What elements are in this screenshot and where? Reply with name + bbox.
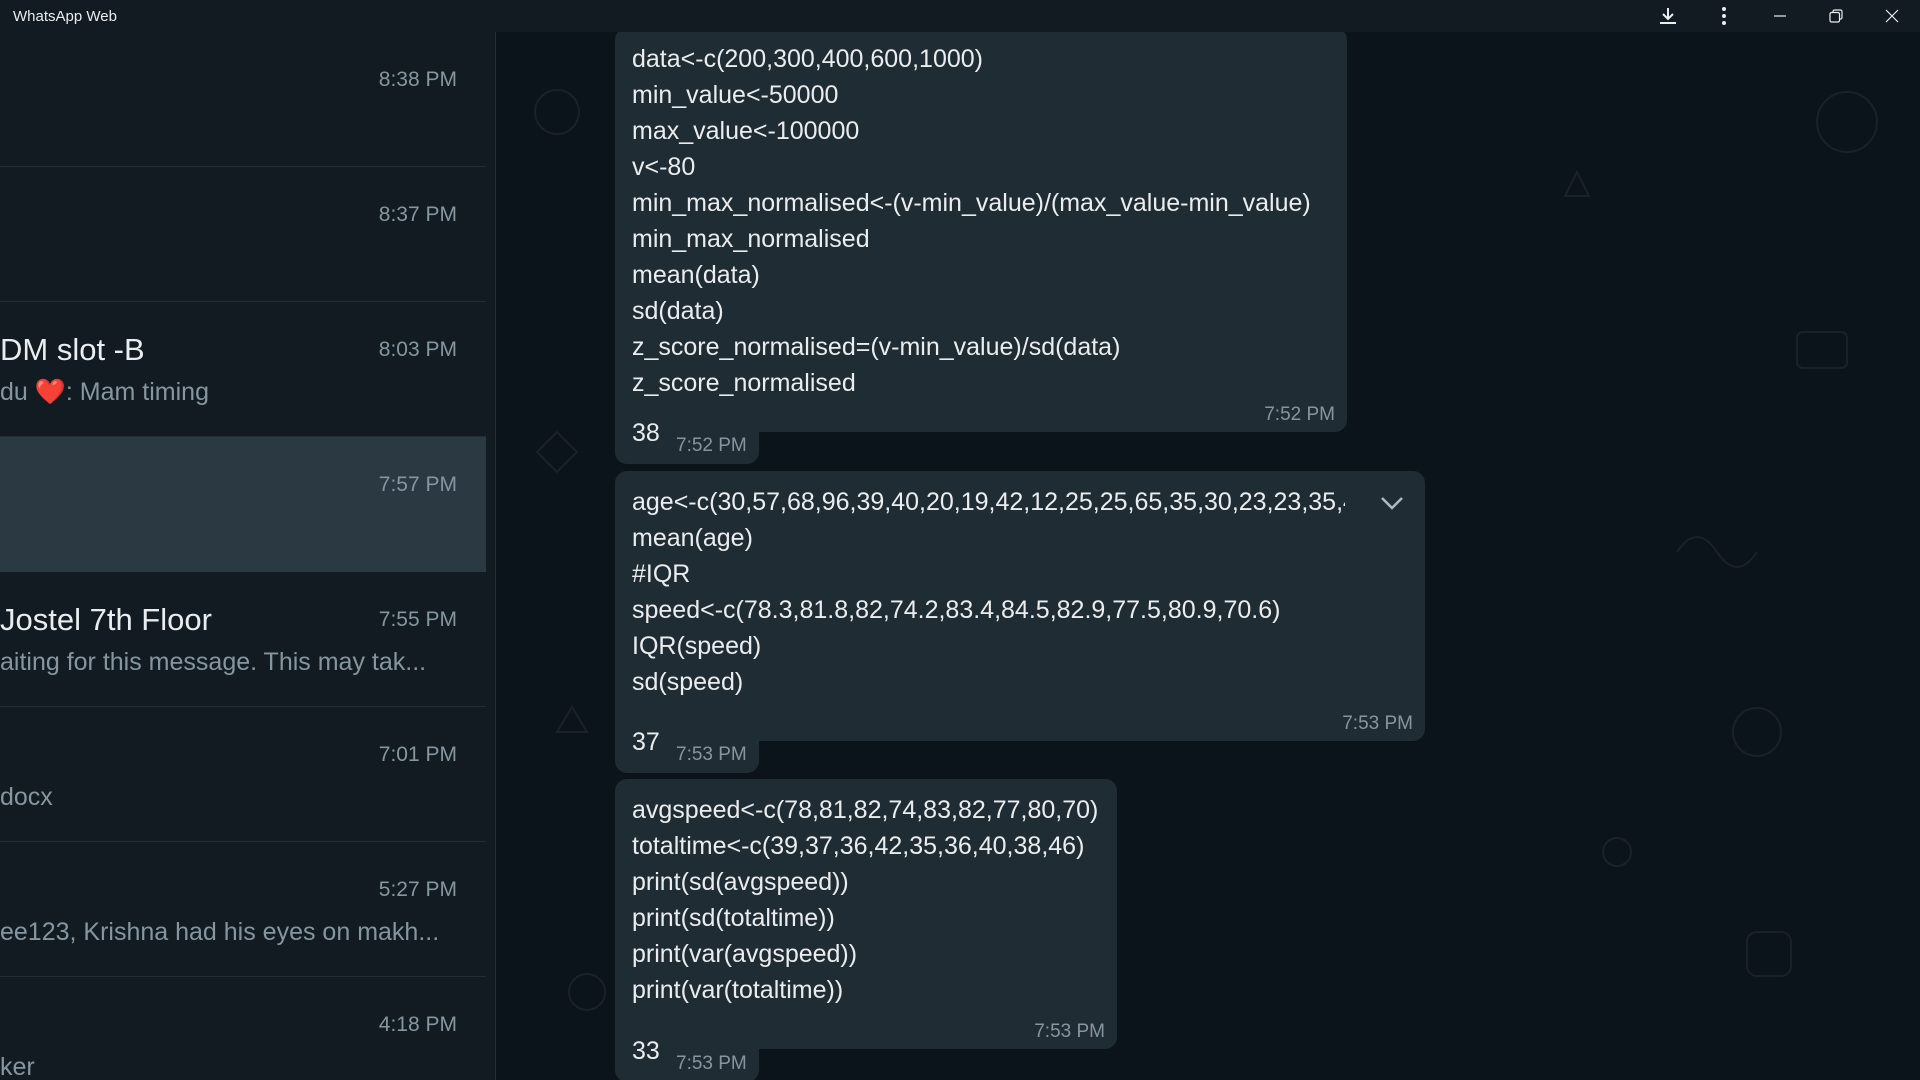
message-line: mean(age) [632, 524, 753, 552]
chat-time: 8:38 PM [378, 68, 457, 91]
message-line: z_score_normalised [632, 369, 856, 397]
message-line: print(sd(totaltime)) [632, 904, 835, 932]
minimize-icon[interactable] [1752, 0, 1808, 32]
message-line: IQR(speed) [632, 632, 762, 660]
message-line: #IQR [632, 560, 691, 588]
message-line: v<-80 [632, 153, 696, 181]
message-line: z_score_normalised=(v-min_value)/sd(data… [632, 333, 1121, 361]
message-line: totaltime<-c(39,37,36,42,35,36,40,38,46) [632, 832, 1085, 860]
message-line: min_value<-50000 [632, 81, 839, 109]
chat-list-item[interactable]: 8:38 PM [0, 32, 486, 167]
message-line: mean(data) [632, 261, 760, 289]
chat-time: 7:01 PM [378, 743, 457, 766]
message-text: 37 [632, 728, 660, 756]
preview-sender: du [0, 378, 35, 406]
chat-preview: aiting for this message. This may tak... [0, 648, 427, 676]
preview-text: : Mam timing [65, 378, 209, 406]
chat-list-item[interactable]: 8:37 PM [0, 167, 486, 302]
chat-list-item[interactable]: Jostel 7th Floor 7:55 PM aiting for this… [0, 572, 486, 707]
chat-preview: du ❤️: Mam timing [0, 378, 209, 407]
app-title: WhatsApp Web [13, 7, 117, 25]
download-icon[interactable] [1640, 0, 1696, 32]
message-text: 38 [632, 419, 660, 447]
title-bar: WhatsApp Web [0, 0, 1920, 32]
chat-list-item[interactable]: 5:27 PM ee123, Krishna had his eyes on m… [0, 842, 486, 977]
message-line: min_max_normalised [632, 225, 870, 253]
chat-time: 5:27 PM [378, 878, 457, 901]
more-vertical-icon[interactable] [1696, 0, 1752, 32]
message-time: 7:53 PM [1034, 1021, 1105, 1042]
message-line: sd(speed) [632, 668, 744, 696]
message-time: 7:52 PM [1264, 404, 1335, 425]
message-line: data<-c(200,300,400,600,1000) [632, 45, 983, 73]
message-text: 33 [632, 1037, 660, 1065]
message-time: 7:53 PM [1342, 713, 1413, 734]
message-bubble[interactable]: 37 7:53 PM [615, 715, 759, 773]
restore-icon[interactable] [1808, 0, 1864, 32]
chat-list: 8:38 PM 8:37 PM DM slot -B 8:03 PM du ❤️… [0, 32, 496, 1080]
message-line: age<-c(30,57,68,96,39,40,20,19,42,12,25,… [632, 488, 1345, 516]
message-time: 7:53 PM [676, 744, 747, 765]
conversation-panel[interactable]: data<-c(200,300,400,600,1000) min_value<… [497, 32, 1920, 1080]
chat-list-item[interactable]: 7:01 PM docx [0, 707, 486, 842]
heart-emoji-icon: ❤️ [34, 378, 66, 406]
message-bubble[interactable]: 33 7:53 PM [615, 1024, 759, 1080]
chat-time: 8:37 PM [378, 203, 457, 226]
chat-name: Jostel 7th Floor [0, 602, 212, 637]
chat-time: 7:57 PM [378, 473, 457, 496]
chat-name: DM slot -B [0, 332, 145, 367]
message-line: avgspeed<-c(78,81,82,74,83,82,77,80,70) [632, 796, 1099, 824]
chat-list-item-active[interactable]: 7:57 PM [0, 437, 486, 572]
chat-time: 4:18 PM [378, 1013, 457, 1036]
chat-preview: ker [0, 1053, 35, 1080]
message-time: 7:52 PM [676, 435, 747, 456]
chevron-down-icon[interactable] [1379, 489, 1405, 518]
message-line: print(sd(avgspeed)) [632, 868, 849, 896]
chat-preview: docx [0, 783, 53, 811]
message-line: sd(data) [632, 297, 724, 325]
message-line: max_value<-100000 [632, 117, 860, 145]
message-line: print(var(avgspeed)) [632, 940, 858, 968]
chat-list-item[interactable]: DM slot -B 8:03 PM du ❤️: Mam timing [0, 302, 486, 437]
message-line: print(var(totaltime)) [632, 976, 844, 1004]
chat-preview: ee123, Krishna had his eyes on makh... [0, 918, 440, 946]
message-bubble[interactable]: data<-c(200,300,400,600,1000) min_value<… [615, 32, 1347, 432]
message-line: min_max_normalised<-(v-min_value)/(max_v… [632, 189, 1311, 217]
chat-list-item[interactable]: 4:18 PM ker [0, 977, 486, 1080]
chat-time: 7:55 PM [378, 608, 457, 631]
message-time: 7:53 PM [676, 1053, 747, 1074]
close-icon[interactable] [1864, 0, 1920, 32]
chat-time: 8:03 PM [378, 338, 457, 361]
message-bubble[interactable]: age<-c(30,57,68,96,39,40,20,19,42,12,25,… [615, 471, 1425, 741]
message-bubble[interactable]: 38 7:52 PM [615, 406, 759, 464]
message-line: speed<-c(78.3,81.8,82,74.2,83.4,84.5,82.… [632, 596, 1281, 624]
message-bubble[interactable]: avgspeed<-c(78,81,82,74,83,82,77,80,70) … [615, 779, 1117, 1049]
